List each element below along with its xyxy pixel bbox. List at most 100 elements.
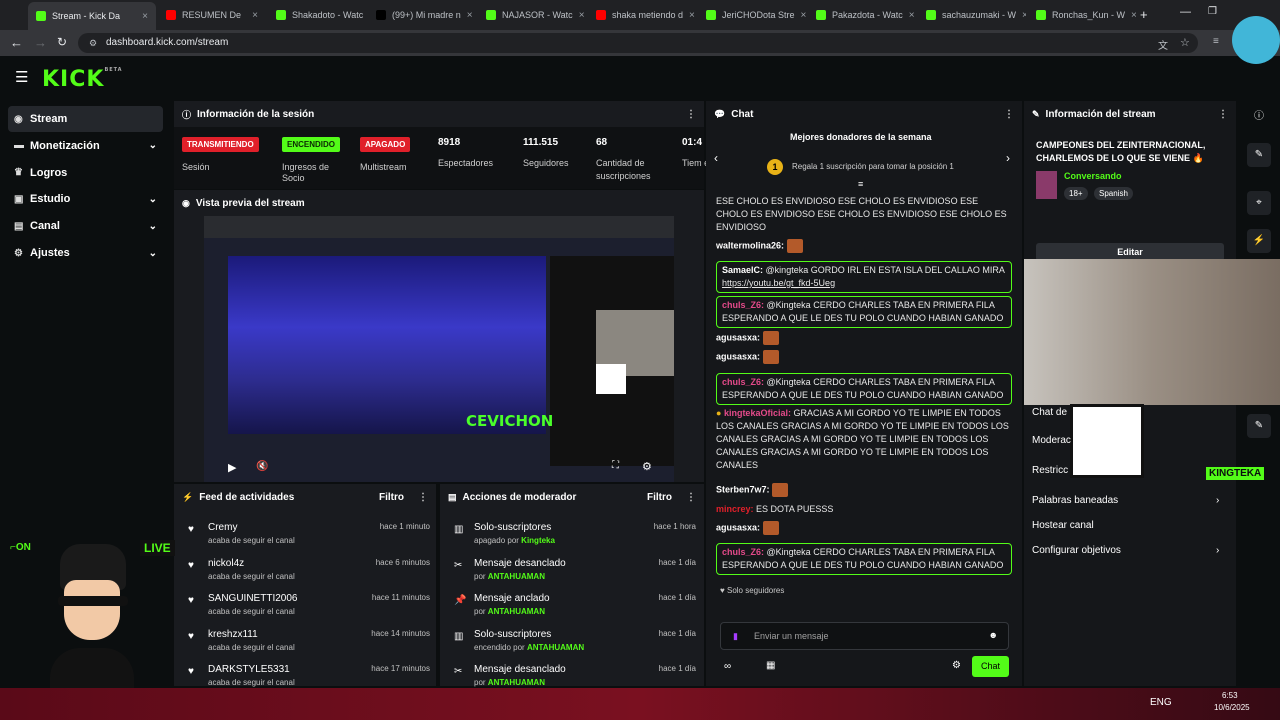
stream-info-link[interactable]: Restricc: [1032, 465, 1228, 476]
chat-more-icon[interactable]: ⋮: [1004, 109, 1014, 120]
lightning-icon[interactable]: ⚡: [1247, 229, 1271, 253]
chat-message[interactable]: agusasxa:: [716, 331, 1012, 345]
mod-more-icon[interactable]: ⋮: [686, 492, 696, 503]
kick-logo[interactable]: KICKBETA: [42, 67, 123, 92]
forward-icon[interactable]: →: [34, 35, 47, 50]
tab-close-icon[interactable]: ×: [246, 10, 258, 21]
mod-action-item[interactable]: ▥ Solo-suscriptores encendido por ANTAHUAM…: [452, 625, 702, 657]
browser-tab[interactable]: Stream - Kick Da ×: [28, 2, 156, 30]
sidebar-item-logros[interactable]: ♛ Logros: [8, 160, 163, 186]
chat-message[interactable]: ESE CHOLO ES ENVIDIOSO ESE CHOLO ES ENVI…: [716, 195, 1012, 234]
stream-video[interactable]: CEVICHON ▶ 🔇 ⛶ ⚙: [204, 216, 674, 482]
feed-more-icon[interactable]: ⋮: [418, 492, 428, 503]
chat-message[interactable]: agusasxa:: [716, 350, 1012, 364]
mod-action-item[interactable]: ▥ Solo-suscriptores apagado por Kingteka ha…: [452, 518, 702, 550]
taskbar-lang[interactable]: ENG: [1150, 697, 1172, 708]
tab-close-icon[interactable]: ×: [683, 10, 695, 21]
browser-tab[interactable]: NAJASOR - Watc ×: [478, 4, 586, 26]
mod-action-user[interactable]: ANTAHUAMAN: [488, 572, 545, 581]
minimize-button[interactable]: —: [1180, 6, 1191, 18]
tab-close-icon[interactable]: ×: [136, 11, 148, 22]
session-more-icon[interactable]: ⋮: [686, 109, 696, 120]
hamburger-menu-icon[interactable]: ☰: [15, 68, 28, 86]
browser-tab[interactable]: Ronchas_Kun - W ×: [1028, 4, 1136, 26]
tab-close-icon[interactable]: ×: [461, 10, 473, 21]
points-icon[interactable]: ∞: [724, 661, 731, 672]
feed-username[interactable]: kreshzx111: [208, 629, 258, 640]
stream-info-more-icon[interactable]: ⋮: [1218, 109, 1228, 120]
browser-tab[interactable]: (99+) Mi madre n ×: [368, 4, 476, 26]
donors-prev-icon[interactable]: ‹: [714, 151, 718, 165]
category-name[interactable]: Conversando: [1064, 171, 1122, 181]
chat-username[interactable]: chuls_Z6:: [722, 300, 764, 310]
browser-tab[interactable]: sachauzumaki - W ×: [918, 4, 1026, 26]
stream-info-link[interactable]: Hostear canal: [1032, 520, 1228, 531]
sidebar-item-monetizacin[interactable]: ▬ Monetización ⌄: [8, 133, 163, 159]
chat-input[interactable]: ▮ Enviar un mensaje ☻: [720, 622, 1009, 650]
menu-lines-icon[interactable]: ≡: [1213, 36, 1219, 47]
chat-message[interactable]: chuls_Z6: @Kingteka CERDO CHARLES TABA E…: [716, 296, 1012, 328]
mute-icon[interactable]: 🔇: [256, 461, 268, 472]
mod-action-user[interactable]: ANTAHUAMAN: [488, 678, 545, 687]
stream-info-link[interactable]: Chat de: [1032, 407, 1228, 418]
bookmark-star-icon[interactable]: ☆: [1180, 36, 1190, 49]
chat-link[interactable]: https://youtu.be/gt_fkd-5Ueg: [722, 278, 835, 288]
chat-message[interactable]: ● kingtekaOficial: GRACIAS A MI GORDO YO…: [716, 407, 1012, 472]
stream-info-link[interactable]: Moderac: [1032, 435, 1228, 446]
chat-message[interactable]: mincrey: ES DOTA PUESSS: [716, 503, 1012, 516]
stream-info-link[interactable]: Configurar objetivos ›: [1032, 545, 1228, 556]
chat-username[interactable]: chuls_Z6:: [722, 547, 764, 557]
edit-pencil-icon[interactable]: ✎: [1247, 143, 1271, 167]
site-info-icon[interactable]: ⚙: [89, 38, 97, 49]
translate-icon[interactable]: 文: [1158, 37, 1168, 52]
chat-username[interactable]: chuls_Z6:: [722, 377, 764, 387]
emoji-icon[interactable]: ☻: [989, 630, 998, 640]
donors-next-icon[interactable]: ›: [1006, 151, 1010, 165]
url-input[interactable]: dashboard.kick.com/stream: [78, 33, 1198, 53]
tab-close-icon[interactable]: ×: [903, 10, 915, 21]
play-icon[interactable]: ▶: [228, 461, 236, 474]
chat-message[interactable]: Sterben7w7:: [716, 483, 1012, 497]
new-tab-button[interactable]: +: [1140, 7, 1148, 22]
mod-action-item[interactable]: 📌 Mensaje anclado por ANTAHUAMAN hace 1 día: [452, 589, 702, 621]
info-circle-icon[interactable]: ⓘ: [1247, 105, 1271, 129]
chat-username[interactable]: SamaelC:: [722, 265, 763, 275]
feed-item[interactable]: ♥ kreshzx111 acaba de seguir el canal hace …: [186, 625, 436, 657]
chat-message[interactable]: agusasxa:: [716, 521, 1012, 535]
chat-username[interactable]: waltermolina26:: [716, 240, 784, 250]
browser-tab[interactable]: RESUMEN De ×: [158, 4, 266, 26]
tab-close-icon[interactable]: ×: [795, 10, 806, 21]
collapse-icon[interactable]: ≡: [858, 179, 863, 189]
browser-tab[interactable]: Pakazdota - Watc ×: [808, 4, 916, 26]
mod-filter-button[interactable]: Filtro: [647, 492, 672, 503]
wand-icon[interactable]: ✎: [1247, 414, 1271, 438]
feed-item[interactable]: ♥ SANGUINETTI2006 acaba de seguir el canal…: [186, 589, 436, 621]
chat-username[interactable]: agusasxa:: [716, 332, 760, 342]
feed-username[interactable]: DARKSTYLE5331: [208, 664, 290, 675]
chat-message[interactable]: waltermolina26:: [716, 239, 1012, 253]
browser-tab[interactable]: JeriCHODota Stre ×: [698, 4, 806, 26]
feed-item[interactable]: ♥ nickol4z acaba de seguir el canal hace 6 …: [186, 554, 436, 586]
feed-username[interactable]: SANGUINETTI2006: [208, 593, 297, 604]
chat-send-button[interactable]: Chat: [972, 656, 1009, 677]
chat-message[interactable]: chuls_Z6: @Kingteka CERDO CHARLES TABA E…: [716, 543, 1012, 575]
sidebar-item-estudio[interactable]: ▣ Estudio ⌄: [8, 186, 163, 212]
mod-action-user[interactable]: Kingteka: [521, 536, 555, 545]
chat-settings-icon[interactable]: ⚙: [952, 660, 961, 671]
tab-close-icon[interactable]: ×: [363, 10, 366, 21]
browser-tab[interactable]: Shakadoto - Watc×: [268, 4, 366, 26]
sidebar-item-stream[interactable]: ◉ Stream: [8, 106, 163, 132]
tab-close-icon[interactable]: ×: [1016, 10, 1026, 21]
feed-username[interactable]: Cremy: [208, 522, 237, 533]
chat-username[interactable]: mincrey:: [716, 504, 754, 514]
video-settings-icon[interactable]: ⚙: [642, 460, 652, 473]
mod-action-user[interactable]: ANTAHUAMAN: [488, 607, 545, 616]
tab-close-icon[interactable]: ×: [573, 10, 585, 21]
chat-username[interactable]: kingtekaOficial:: [724, 408, 791, 418]
gift-icon[interactable]: ▦: [766, 660, 775, 671]
chat-username[interactable]: Sterben7w7:: [716, 484, 770, 494]
mod-action-item[interactable]: ✂ Mensaje desanclado por ANTAHUAMAN hace 1 …: [452, 554, 702, 586]
feed-item[interactable]: ♥ Cremy acaba de seguir el canal hace 1 min…: [186, 518, 436, 550]
feed-username[interactable]: nickol4z: [208, 558, 244, 569]
reload-icon[interactable]: ↻: [57, 35, 67, 49]
